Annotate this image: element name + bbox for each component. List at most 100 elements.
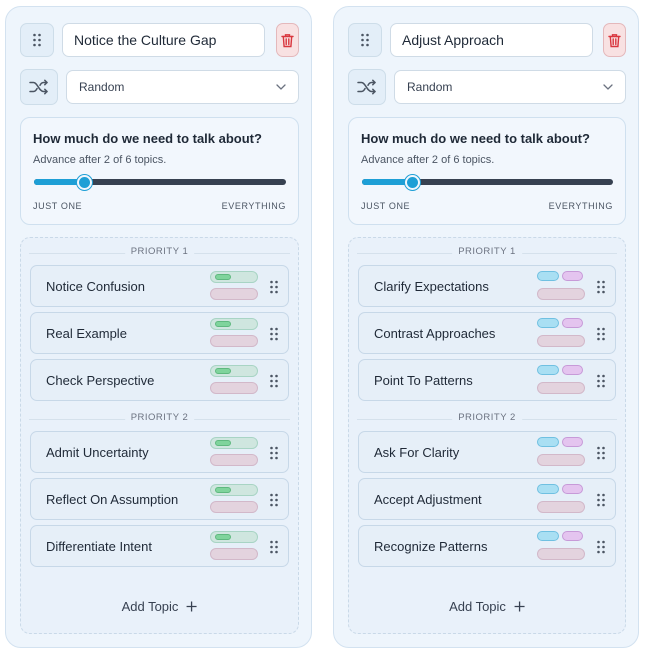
plus-icon bbox=[514, 601, 525, 612]
step-column-2: Adjust Approach Random How much do we ne… bbox=[333, 6, 639, 648]
topic-tag-pill[interactable] bbox=[537, 365, 585, 377]
column-drag-handle[interactable] bbox=[20, 23, 54, 57]
drag-handle-icon bbox=[361, 33, 369, 47]
topic-label: Point To Patterns bbox=[374, 373, 473, 388]
topic-tag-pill[interactable] bbox=[537, 288, 585, 300]
topic-label: Contrast Approaches bbox=[374, 326, 496, 341]
delete-step-button[interactable] bbox=[276, 23, 299, 57]
topic-row[interactable]: Contrast Approaches bbox=[358, 312, 616, 354]
topic-label: Recognize Patterns bbox=[374, 539, 488, 554]
step-title-input[interactable]: Adjust Approach bbox=[390, 23, 593, 57]
topic-row[interactable]: Differentiate Intent bbox=[30, 525, 289, 567]
topic-row[interactable]: Recognize Patterns bbox=[358, 525, 616, 567]
topic-tag-pill[interactable] bbox=[210, 288, 258, 300]
topic-tag-pill[interactable] bbox=[210, 318, 258, 330]
drag-handle-icon[interactable] bbox=[269, 374, 279, 388]
amount-subtitle: Advance after 2 of 6 topics. bbox=[361, 154, 495, 166]
order-mode-value: Random bbox=[79, 80, 125, 94]
topics-panel: PRIORITY 1 Notice Confusion Real Example… bbox=[20, 237, 299, 634]
topic-tag-pill[interactable] bbox=[537, 271, 585, 283]
chevron-down-icon bbox=[603, 84, 613, 90]
topic-tag-pill[interactable] bbox=[537, 548, 585, 560]
topic-tag-pill[interactable] bbox=[210, 335, 258, 347]
priority-label: PRIORITY 2 bbox=[124, 412, 195, 423]
topic-tag-pill[interactable] bbox=[210, 365, 258, 377]
delete-step-button[interactable] bbox=[603, 23, 626, 57]
chevron-down-icon bbox=[276, 84, 286, 90]
topic-tag-pill[interactable] bbox=[537, 318, 585, 330]
slider-max-label: EVERYTHING bbox=[548, 201, 613, 211]
advance-amount-card: How much do we need to talk about? Advan… bbox=[348, 117, 626, 225]
shuffle-button[interactable] bbox=[348, 69, 386, 105]
drag-handle-icon[interactable] bbox=[596, 374, 606, 388]
drag-handle-icon[interactable] bbox=[269, 493, 279, 507]
slider-thumb[interactable] bbox=[405, 175, 420, 190]
slider-min-label: JUST ONE bbox=[361, 201, 411, 211]
topic-tag-pill[interactable] bbox=[210, 454, 258, 466]
topic-tag-pill[interactable] bbox=[210, 271, 258, 283]
topic-label: Reflect On Assumption bbox=[46, 492, 179, 507]
slider-max-label: EVERYTHING bbox=[221, 201, 286, 211]
priority-label: PRIORITY 1 bbox=[452, 246, 522, 257]
topics-slider[interactable] bbox=[362, 175, 613, 190]
amount-question: How much do we need to talk about? bbox=[361, 131, 590, 146]
priority-header: PRIORITY 2 bbox=[357, 412, 617, 426]
topic-tag-pill[interactable] bbox=[537, 454, 585, 466]
drag-handle-icon[interactable] bbox=[269, 327, 279, 341]
topic-row[interactable]: Clarify Expectations bbox=[358, 265, 616, 307]
topic-tag-pill[interactable] bbox=[537, 437, 585, 449]
slider-min-label: JUST ONE bbox=[33, 201, 83, 211]
topic-label: Real Example bbox=[46, 326, 127, 341]
drag-handle-icon[interactable] bbox=[596, 280, 606, 294]
topic-tag-pill[interactable] bbox=[537, 335, 585, 347]
drag-handle-icon bbox=[33, 33, 41, 47]
topic-row[interactable]: Check Perspective bbox=[30, 359, 289, 401]
topic-tag-pill[interactable] bbox=[210, 437, 258, 449]
topic-row[interactable]: Accept Adjustment bbox=[358, 478, 616, 520]
topic-label: Clarify Expectations bbox=[374, 279, 489, 294]
drag-handle-icon[interactable] bbox=[269, 446, 279, 460]
topic-tag-pill[interactable] bbox=[537, 484, 585, 496]
topic-tag-pill[interactable] bbox=[537, 501, 585, 513]
column-drag-handle[interactable] bbox=[348, 23, 382, 57]
add-topic-button[interactable]: Add Topic bbox=[449, 599, 525, 614]
topic-tag-pill[interactable] bbox=[210, 484, 258, 496]
drag-handle-icon[interactable] bbox=[596, 327, 606, 341]
add-topic-label: Add Topic bbox=[449, 599, 506, 614]
drag-handle-icon[interactable] bbox=[596, 446, 606, 460]
priority-label: PRIORITY 2 bbox=[452, 412, 522, 423]
topic-tag-pill[interactable] bbox=[537, 531, 585, 543]
topic-row[interactable]: Ask For Clarity bbox=[358, 431, 616, 473]
topic-row[interactable]: Notice Confusion bbox=[30, 265, 289, 307]
slider-thumb[interactable] bbox=[77, 175, 92, 190]
shuffle-icon bbox=[29, 79, 48, 95]
topic-tag-pill[interactable] bbox=[537, 382, 585, 394]
drag-handle-icon[interactable] bbox=[596, 540, 606, 554]
topic-label: Accept Adjustment bbox=[374, 492, 482, 507]
order-mode-select[interactable]: Random bbox=[66, 70, 299, 104]
drag-handle-icon[interactable] bbox=[269, 540, 279, 554]
topic-row[interactable]: Real Example bbox=[30, 312, 289, 354]
priority-header: PRIORITY 1 bbox=[357, 246, 617, 260]
drag-handle-icon[interactable] bbox=[596, 493, 606, 507]
drag-handle-icon[interactable] bbox=[269, 280, 279, 294]
topic-row[interactable]: Reflect On Assumption bbox=[30, 478, 289, 520]
topic-tag-pill[interactable] bbox=[210, 531, 258, 543]
topic-label: Differentiate Intent bbox=[46, 539, 152, 554]
topic-row[interactable]: Point To Patterns bbox=[358, 359, 616, 401]
topic-tag-pill[interactable] bbox=[210, 382, 258, 394]
add-topic-label: Add Topic bbox=[121, 599, 179, 614]
add-topic-button[interactable]: Add Topic bbox=[122, 599, 198, 614]
topics-slider[interactable] bbox=[34, 175, 286, 190]
order-mode-value: Random bbox=[407, 80, 453, 94]
topic-tag-pill[interactable] bbox=[210, 501, 258, 513]
order-mode-select[interactable]: Random bbox=[394, 70, 626, 104]
topics-panel: PRIORITY 1 Clarify Expectations Contrast… bbox=[348, 237, 626, 634]
topic-tag-pill[interactable] bbox=[210, 548, 258, 560]
advance-amount-card: How much do we need to talk about? Advan… bbox=[20, 117, 299, 225]
shuffle-button[interactable] bbox=[20, 69, 58, 105]
topic-label: Check Perspective bbox=[46, 373, 155, 388]
topic-row[interactable]: Admit Uncertainty bbox=[30, 431, 289, 473]
amount-question: How much do we need to talk about? bbox=[33, 131, 262, 146]
step-title-input[interactable]: Notice the Culture Gap bbox=[62, 23, 265, 57]
